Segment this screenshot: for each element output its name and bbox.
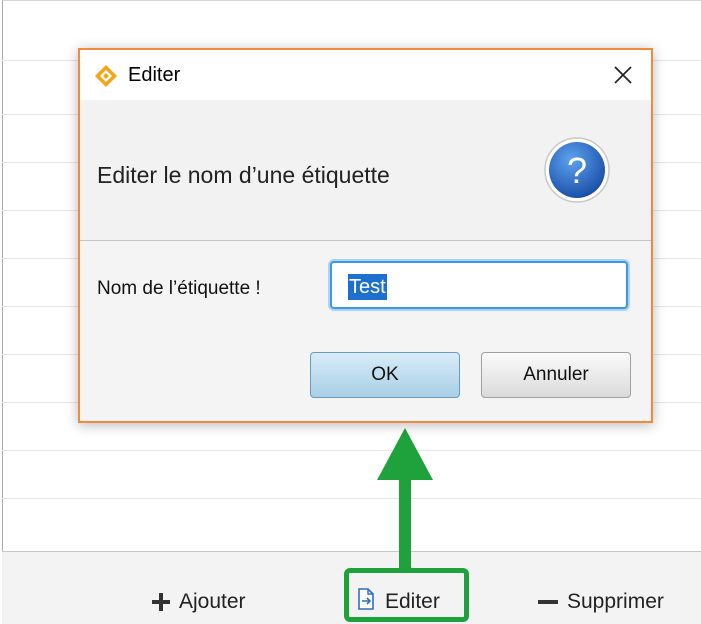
- list-row-divider: [2, 498, 701, 499]
- ok-button-label: OK: [371, 364, 399, 385]
- question-icon: ?: [542, 135, 612, 205]
- plus-icon: [152, 593, 170, 611]
- add-button-label: Ajouter: [179, 590, 246, 613]
- dialog-body: Nom de l’étiquette ! Test OK Annuler: [80, 241, 651, 421]
- list-row-divider: [2, 450, 701, 451]
- delete-button[interactable]: Supprimer: [538, 586, 664, 618]
- input-selected-text: Test: [348, 274, 387, 300]
- svg-text:?: ?: [567, 150, 587, 191]
- dialog-header: Editer le nom d’une étiquette ?: [80, 100, 651, 241]
- close-button[interactable]: [595, 50, 651, 100]
- dialog-titlebar: Editer: [80, 50, 651, 100]
- ok-button[interactable]: OK: [310, 352, 460, 398]
- add-button[interactable]: Ajouter: [152, 586, 246, 618]
- dialog-title: Editer: [128, 64, 181, 86]
- delete-button-label: Supprimer: [567, 590, 664, 613]
- field-label: Nom de l’étiquette !: [97, 278, 261, 299]
- minus-icon: [538, 600, 558, 604]
- cancel-button-label: Annuler: [523, 364, 589, 385]
- edit-dialog: Editer Editer le nom d’une étiquette ? N…: [78, 48, 653, 423]
- annotation-arrow: [377, 428, 433, 573]
- edit-button-highlight: [344, 568, 469, 622]
- app-logo-icon: [94, 64, 118, 88]
- dialog-header-text: Editer le nom d’une étiquette: [97, 162, 390, 188]
- close-icon: [614, 66, 632, 84]
- cancel-button[interactable]: Annuler: [481, 352, 631, 398]
